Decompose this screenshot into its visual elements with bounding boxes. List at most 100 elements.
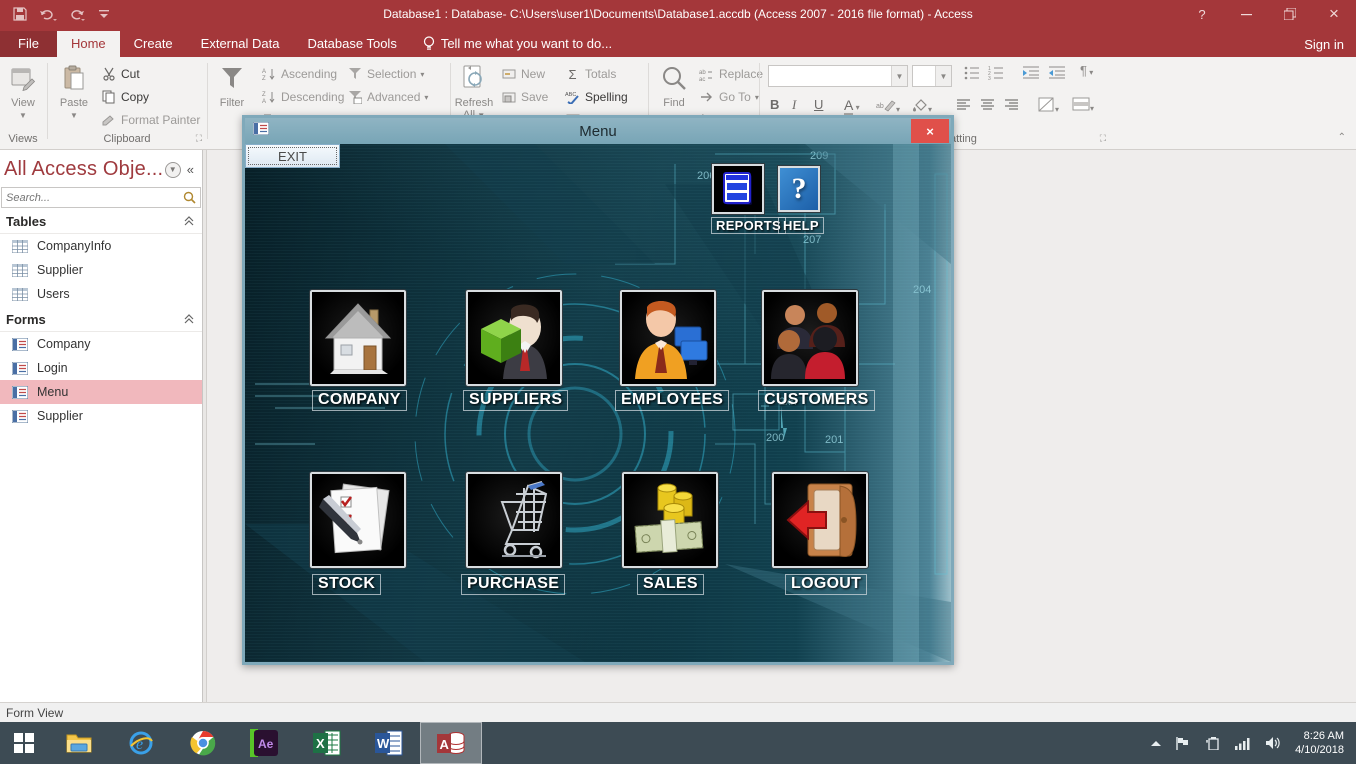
- collapse-ribbon-icon[interactable]: ⌃: [1338, 132, 1346, 143]
- network-signal-icon[interactable]: [1235, 737, 1251, 750]
- help-button-menu[interactable]: ?: [778, 166, 820, 212]
- search-input[interactable]: [6, 192, 183, 204]
- restore-icon[interactable]: [1268, 0, 1312, 28]
- numbering-icon[interactable]: 123: [988, 65, 1004, 83]
- reports-button[interactable]: [712, 164, 764, 214]
- text-formatting-dialog-launcher-icon[interactable]: ⛶: [1100, 133, 1106, 144]
- nav-item-companyinfo[interactable]: CompanyInfo: [0, 234, 202, 258]
- paragraph-direction-icon[interactable]: ¶ ▾: [1080, 63, 1093, 78]
- menu-window-titlebar[interactable]: Menu ×: [245, 118, 951, 144]
- decrease-indent-icon[interactable]: [1048, 65, 1066, 82]
- nav-group-tables[interactable]: Tables: [0, 208, 202, 234]
- underline-button[interactable]: U: [814, 97, 823, 112]
- format-painter-button[interactable]: Format Painter: [100, 109, 200, 131]
- word-taskbar-icon[interactable]: W: [358, 722, 420, 764]
- bullets-icon[interactable]: [964, 65, 980, 83]
- align-left-icon[interactable]: [956, 99, 971, 114]
- go-to-button[interactable]: Go To▾: [698, 86, 759, 108]
- collapse-group-icon[interactable]: [184, 312, 194, 327]
- after-effects-taskbar-icon[interactable]: Ae: [234, 722, 296, 764]
- tab-home[interactable]: Home: [57, 31, 120, 57]
- italic-button[interactable]: I: [792, 97, 796, 113]
- highlight-color-icon[interactable]: ab▾: [876, 99, 900, 115]
- nav-item-menu-form[interactable]: Menu: [0, 380, 202, 404]
- paste-button[interactable]: Paste▼: [52, 61, 96, 122]
- purchase-button[interactable]: [466, 472, 562, 568]
- align-right-icon[interactable]: [1004, 99, 1019, 114]
- sign-in-link[interactable]: Sign in: [1304, 37, 1344, 52]
- menu-window-close-button[interactable]: ×: [911, 119, 949, 143]
- tell-me-box[interactable]: Tell me what you want to do...: [411, 31, 624, 57]
- svg-text:A: A: [262, 99, 266, 104]
- tab-create[interactable]: Create: [120, 31, 187, 57]
- nav-search-box[interactable]: [1, 187, 201, 208]
- volume-icon[interactable]: [1265, 736, 1281, 750]
- taskbar-clock[interactable]: 8:26 AM 4/10/2018: [1295, 729, 1344, 757]
- find-button[interactable]: Find: [652, 61, 696, 109]
- filter-button[interactable]: Filter: [210, 61, 254, 109]
- totals-sigma-icon: Σ: [564, 67, 581, 82]
- spelling-button[interactable]: ABC Spelling: [564, 86, 628, 108]
- totals-button[interactable]: Σ Totals: [564, 63, 616, 85]
- nav-item-login-form[interactable]: Login: [0, 356, 202, 380]
- customize-quick-access-icon[interactable]: [92, 4, 116, 24]
- action-center-flag-icon[interactable]: [1176, 736, 1191, 750]
- nav-pane-menu-icon[interactable]: ▼: [165, 162, 181, 178]
- search-icon[interactable]: [183, 191, 196, 204]
- save-icon[interactable]: [8, 4, 32, 24]
- show-hidden-icons-button[interactable]: [1150, 739, 1162, 747]
- selection-button[interactable]: Selection▾: [346, 63, 424, 85]
- undo-icon[interactable]: [36, 4, 60, 24]
- tab-file[interactable]: File: [0, 31, 57, 57]
- file-explorer-taskbar-icon[interactable]: [48, 722, 110, 764]
- clipboard-dialog-launcher-icon[interactable]: ⛶: [196, 133, 202, 144]
- save-record-button[interactable]: Save: [500, 86, 548, 108]
- nav-group-forms[interactable]: Forms: [0, 306, 202, 332]
- background-fill-icon[interactable]: ▾: [912, 99, 932, 115]
- status-view-mode: Form View: [6, 706, 63, 720]
- redo-icon[interactable]: [64, 4, 88, 24]
- font-size-combo[interactable]: ▼: [912, 65, 952, 87]
- nav-item-supplier-table[interactable]: Supplier: [0, 258, 202, 282]
- excel-taskbar-icon[interactable]: X: [296, 722, 358, 764]
- minimize-button[interactable]: [1224, 0, 1268, 28]
- close-button[interactable]: ×: [1312, 0, 1356, 28]
- company-button[interactable]: [310, 290, 406, 386]
- font-name-combo[interactable]: ▼: [768, 65, 908, 87]
- exit-button[interactable]: EXIT: [245, 144, 340, 168]
- employees-button[interactable]: [620, 290, 716, 386]
- internet-explorer-taskbar-icon[interactable]: e: [110, 722, 172, 764]
- suppliers-button[interactable]: [466, 290, 562, 386]
- gridlines-icon[interactable]: ▾: [1038, 97, 1059, 115]
- help-button[interactable]: ?: [1180, 0, 1224, 28]
- cut-button[interactable]: Cut: [100, 63, 140, 85]
- font-color-button[interactable]: A ▾: [844, 97, 860, 113]
- battery-icon[interactable]: [1205, 736, 1221, 750]
- bold-button[interactable]: B: [770, 97, 779, 112]
- new-record-button[interactable]: New: [500, 63, 545, 85]
- align-center-icon[interactable]: [980, 99, 995, 114]
- advanced-button[interactable]: Advanced▾: [346, 86, 428, 108]
- logout-button[interactable]: [772, 472, 868, 568]
- stock-button[interactable]: [310, 472, 406, 568]
- access-taskbar-icon[interactable]: A: [420, 722, 482, 764]
- copy-button[interactable]: Copy: [100, 86, 149, 108]
- increase-indent-icon[interactable]: [1022, 65, 1040, 82]
- descending-button[interactable]: ZA Descending: [260, 86, 344, 108]
- sales-button[interactable]: [622, 472, 718, 568]
- collapse-group-icon[interactable]: [184, 214, 194, 229]
- nav-item-users-table[interactable]: Users: [0, 282, 202, 306]
- customers-button[interactable]: [762, 290, 858, 386]
- nav-item-company-form[interactable]: Company: [0, 332, 202, 356]
- chrome-taskbar-icon[interactable]: [172, 722, 234, 764]
- start-button[interactable]: [0, 722, 48, 764]
- tab-database-tools[interactable]: Database Tools: [293, 31, 410, 57]
- alternate-row-color-icon[interactable]: ▾: [1072, 97, 1094, 114]
- tab-external-data[interactable]: External Data: [187, 31, 294, 57]
- nav-pane-collapse-icon[interactable]: «: [187, 162, 196, 177]
- nav-item-supplier-form[interactable]: Supplier: [0, 404, 202, 428]
- view-button[interactable]: View▼: [1, 61, 45, 122]
- replace-button[interactable]: abac Replace: [698, 63, 763, 85]
- refresh-all-button[interactable]: RefreshAll ▼: [452, 61, 496, 122]
- ascending-button[interactable]: AZ Ascending: [260, 63, 337, 85]
